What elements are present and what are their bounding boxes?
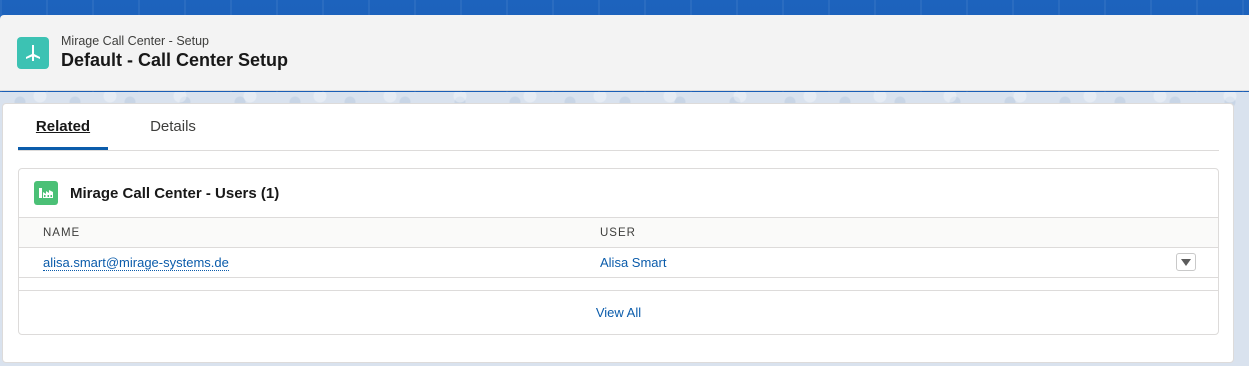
column-header-user[interactable]: USER <box>600 227 636 239</box>
related-list-card: Mirage Call Center - Users (1) NAME USER… <box>18 168 1219 335</box>
related-list-header: Mirage Call Center - Users (1) <box>19 169 1218 217</box>
table-row: alisa.smart@mirage-systems.de Alisa Smar… <box>19 248 1218 278</box>
related-list-title[interactable]: Mirage Call Center - Users (1) <box>70 185 279 202</box>
users-list-icon <box>34 181 58 205</box>
row-actions-button[interactable] <box>1176 253 1196 271</box>
table-header: NAME USER <box>19 217 1218 248</box>
page-subtitle: Mirage Call Center - Setup <box>61 34 209 48</box>
view-all-link[interactable]: View All <box>596 305 641 320</box>
call-center-icon <box>17 36 49 69</box>
tab-related[interactable]: Related <box>18 103 108 150</box>
chevron-down-icon <box>1181 258 1191 266</box>
row-name-link[interactable]: alisa.smart@mirage-systems.de <box>43 255 229 271</box>
page-header: Mirage Call Center - Setup Default - Cal… <box>0 15 1249 91</box>
tab-bar: Related Details <box>18 104 1219 151</box>
page-title: Default - Call Center Setup <box>61 50 289 70</box>
table-spacer <box>19 278 1218 291</box>
main-card: Related Details Mirage Call Center - Use… <box>2 103 1234 363</box>
tab-details[interactable]: Details <box>108 103 238 150</box>
row-user-link[interactable]: Alisa Smart <box>600 255 666 270</box>
column-header-name[interactable]: NAME <box>43 227 80 239</box>
related-list-footer: View All <box>19 291 1218 334</box>
